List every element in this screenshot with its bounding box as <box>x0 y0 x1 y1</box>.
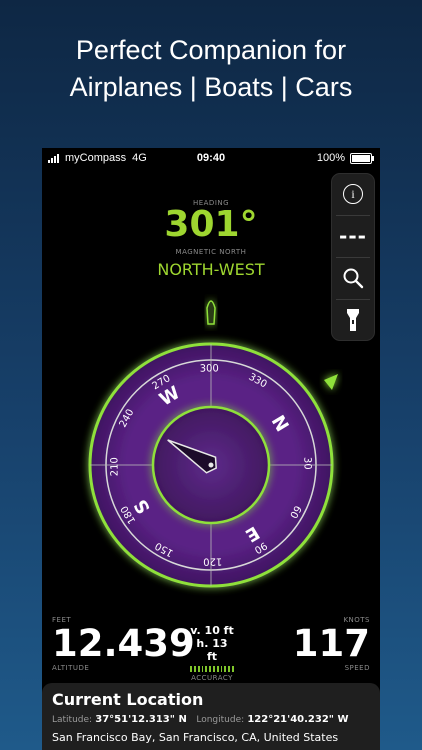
speed-value: 117 <box>292 622 370 665</box>
magnetic-north-label: MAGNETIC NORTH <box>175 248 247 256</box>
accuracy-horizontal: h. 13 ft <box>196 637 228 663</box>
degree-label: 210 <box>109 457 120 476</box>
headline-line-1: Perfect Companion for <box>75 35 347 65</box>
headline-line-2: Airplanes | Boats | Cars <box>69 72 353 102</box>
accuracy-meter <box>190 666 234 672</box>
metrics-bar: FEET 12.439 ALTITUDE v. 10 ft h. 13 ft A… <box>42 613 380 682</box>
longitude-value: 122°21'40.232" W <box>247 714 349 725</box>
degree-label: 300 <box>200 363 219 374</box>
promo-headline: Perfect Companion for Airplanes | Boats … <box>0 32 422 106</box>
longitude-label: Longitude: <box>196 715 245 725</box>
bearing-marker-icon <box>324 374 338 390</box>
current-location-card[interactable]: Current Location Latitude: 37°51'12.313"… <box>42 683 380 750</box>
heading-direction: NORTH-WEST <box>157 260 265 279</box>
altitude-label: ALTITUDE <box>52 664 90 672</box>
speed-block: KNOTS 117 SPEED <box>293 616 370 672</box>
dashes-icon: --- <box>339 224 367 248</box>
latitude-label: Latitude: <box>52 715 93 725</box>
location-title: Current Location <box>52 690 204 709</box>
altitude-block: FEET 12.439 ALTITUDE <box>52 616 195 672</box>
info-icon: i <box>343 184 363 204</box>
accuracy-label: ACCURACY <box>191 674 233 682</box>
status-bar: myCompass 4G 09:40 100% <box>42 148 380 168</box>
latitude-value: 37°51'12.313" N <box>95 714 187 725</box>
altitude-value: 12.439 <box>52 622 195 665</box>
info-button[interactable]: i <box>332 174 374 214</box>
display-mode-button[interactable]: --- <box>332 216 374 256</box>
degree-label: 30 <box>301 457 312 470</box>
battery-icon <box>350 152 374 164</box>
speed-label: SPEED <box>344 664 370 672</box>
heading-pointer <box>206 300 216 325</box>
location-address: San Francisco Bay, San Francisco, CA, Un… <box>52 731 339 744</box>
heading-value: 301° <box>164 204 258 245</box>
battery-percent: 100% <box>316 152 345 164</box>
accuracy-vertical: v. 10 ft <box>190 624 234 637</box>
phone-screen: myCompass 4G 09:40 100% HEADING 301° MAG… <box>42 148 380 750</box>
accuracy-block: v. 10 ft h. 13 ft ACCURACY <box>190 616 234 682</box>
degree-label: 120 <box>203 555 222 566</box>
location-coordinates: Latitude: 37°51'12.313" N Longitude: 122… <box>52 714 349 725</box>
